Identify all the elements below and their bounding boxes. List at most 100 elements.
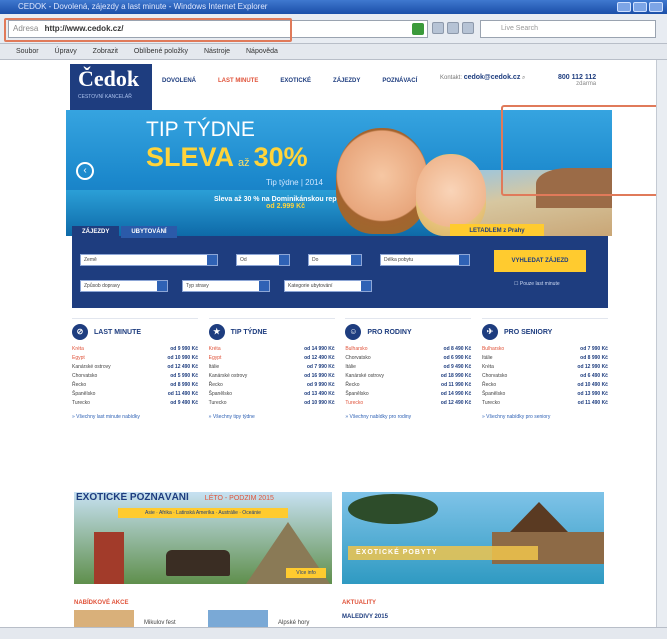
price: od 13 490 Kč: [304, 391, 335, 397]
price: od 10 490 Kč: [577, 382, 608, 388]
last-minute-checkbox[interactable]: ☐ Pouze last minute: [514, 281, 560, 287]
last-minute-icon: ⊘: [72, 324, 88, 340]
nav-poznavaci[interactable]: POZNÁVACÍ: [382, 78, 417, 84]
menu-help[interactable]: Nápověda: [246, 48, 278, 55]
promo-title: EXOTICKÉ POZNÁVÁNÍ LÉTO - PODZIM 2015: [76, 492, 274, 503]
contact-info: Kontakt: cedok@cedok.cz ⌕: [440, 74, 525, 82]
list-item[interactable]: Bulharsko od 8 490 Kč: [345, 345, 471, 354]
list-item[interactable]: Kréta od 12 990 Kč: [482, 363, 608, 372]
list-item[interactable]: Itálie od 8 990 Kč: [482, 354, 608, 363]
menu-favorites[interactable]: Oblíbené položky: [134, 48, 188, 55]
column-header[interactable]: ☺ PRO RODINY: [345, 319, 471, 345]
phone-note: zdarma: [576, 81, 597, 87]
menu-file[interactable]: Soubor: [16, 48, 39, 55]
tab-zajezdy[interactable]: ZÁJEZDY: [72, 226, 120, 238]
header-highlight-box: [501, 105, 667, 196]
list-item[interactable]: Řecko od 10 490 Kč: [482, 381, 608, 390]
field-strava[interactable]: Typ stravy: [182, 280, 270, 292]
list-item[interactable]: Španělsko od 11 490 Kč: [72, 390, 198, 399]
destination: Itálie: [208, 364, 220, 370]
field-kategorie[interactable]: Kategorie ubytování: [284, 280, 372, 292]
offer-label[interactable]: Mikulov fest: [144, 620, 176, 626]
list-item[interactable]: Španělsko od 13 990 Kč: [482, 390, 608, 399]
site-logo[interactable]: Čedok CESTOVNÍ KANCELÁŘ: [70, 64, 152, 110]
more-link[interactable]: » Všechny tipy týdne: [209, 414, 335, 420]
list-item[interactable]: Turecko od 10 990 Kč: [209, 399, 335, 408]
list-item[interactable]: Řecko od 8 990 Kč: [72, 381, 198, 390]
list-item[interactable]: Kanárské ostrovy od 16 990 Kč: [209, 372, 335, 381]
hero-desc-price: od 2.999 Kč: [266, 203, 306, 210]
list-item[interactable]: Kréta od 9 990 Kč: [72, 345, 198, 354]
price: od 8 990 Kč: [170, 382, 198, 388]
tab-ubytovani[interactable]: UBYTOVÁNÍ: [121, 226, 177, 238]
nav-last-minute[interactable]: LAST MINUTE: [218, 78, 258, 84]
close-button[interactable]: [649, 2, 663, 12]
search-submit-button[interactable]: VYHLEDAT ZÁJEZD: [494, 250, 586, 272]
more-link[interactable]: » Všechny last minute nabídky: [72, 414, 198, 420]
list-item[interactable]: Itálie od 7 990 Kč: [209, 363, 335, 372]
list-item[interactable]: Španělsko od 13 490 Kč: [209, 390, 335, 399]
more-link[interactable]: » Všechny nabídky pro seniory: [482, 414, 608, 420]
list-item[interactable]: Kanárské ostrovy od 12 490 Kč: [72, 363, 198, 372]
minimize-button[interactable]: [617, 2, 631, 12]
nav-exoticke[interactable]: EXOTICKÉ: [280, 78, 311, 84]
nav-dovolena[interactable]: DOVOLENÁ: [162, 78, 196, 84]
destination: Řecko: [345, 382, 360, 388]
list-item[interactable]: Turecko od 12 490 Kč: [345, 399, 471, 408]
vertical-scrollbar[interactable]: [656, 60, 667, 627]
search-icon[interactable]: ⌕: [522, 75, 525, 81]
list-item[interactable]: Španělsko od 14 990 Kč: [345, 390, 471, 399]
stop-icon[interactable]: [447, 22, 459, 34]
list-item[interactable]: Itálie od 9 490 Kč: [345, 363, 471, 372]
offer-label[interactable]: Alpské hory: [278, 620, 309, 626]
field-od[interactable]: Od: [236, 254, 290, 266]
promo-exotic-tours[interactable]: EXOTICKÉ POZNÁVÁNÍ LÉTO - PODZIM 2015 Asi…: [74, 492, 332, 584]
menu-view[interactable]: Zobrazit: [93, 48, 118, 55]
browser-search-input[interactable]: Live Search: [480, 20, 656, 38]
nav-zajezdy[interactable]: ZÁJEZDY: [333, 78, 360, 84]
list-item[interactable]: Egypt od 10 990 Kč: [72, 354, 198, 363]
list-item[interactable]: Chorvatsko od 6 490 Kč: [482, 372, 608, 381]
offers-heading: NABÍDKOVÉ AKCE: [74, 600, 129, 606]
field-doprava[interactable]: Způsob dopravy: [80, 280, 168, 292]
list-item[interactable]: Kanárské ostrovy od 18 990 Kč: [345, 372, 471, 381]
list-item[interactable]: Řecko od 11 990 Kč: [345, 381, 471, 390]
hero-button[interactable]: LETADLEM z Prahy: [450, 224, 544, 236]
list-item[interactable]: Chorvatsko od 5 990 Kč: [72, 372, 198, 381]
column-header[interactable]: ⊘ LAST MINUTE: [72, 319, 198, 345]
menu-tools[interactable]: Nástroje: [204, 48, 230, 55]
refresh-icon[interactable]: [432, 22, 444, 34]
column-header[interactable]: ✈ PRO SENIORY: [481, 319, 608, 345]
field-delka[interactable]: Délka pobytu: [380, 254, 470, 266]
promo-more-button[interactable]: Více info: [286, 568, 326, 578]
list-item[interactable]: Egypt od 12 490 Kč: [209, 354, 335, 363]
news-item[interactable]: MALEDIVY 2015: [342, 614, 388, 620]
hero-sleva-word: SLEVA: [146, 142, 235, 172]
maximize-button[interactable]: [633, 2, 647, 12]
price: od 11 490 Kč: [167, 391, 198, 397]
price: od 12 990 Kč: [577, 364, 608, 370]
list-item[interactable]: Turecko od 9 490 Kč: [72, 399, 198, 408]
go-icon[interactable]: [412, 23, 424, 35]
status-bar: [0, 627, 667, 639]
list-item[interactable]: Turecko od 11 490 Kč: [482, 399, 608, 408]
destination: Turecko: [208, 400, 227, 406]
logo-tagline: CESTOVNÍ KANCELÁŘ: [78, 94, 132, 100]
contact-email[interactable]: cedok@cedok.cz: [464, 74, 521, 81]
list-item[interactable]: Řecko od 9 990 Kč: [209, 381, 335, 390]
more-link[interactable]: » Všechny nabídky pro rodiny: [345, 414, 471, 420]
field-zeme[interactable]: Země: [80, 254, 218, 266]
promo-exotic-stays[interactable]: EXOTICKÉ POBYTY: [342, 492, 604, 584]
destination: Španělsko: [345, 391, 369, 397]
dropdown-icon[interactable]: [462, 22, 474, 34]
list-item[interactable]: Chorvatsko od 6 990 Kč: [345, 354, 471, 363]
menu-edit[interactable]: Úpravy: [55, 48, 77, 55]
list-item[interactable]: Bulharsko od 7 990 Kč: [482, 345, 608, 354]
list-item[interactable]: Kréta od 14 990 Kč: [209, 345, 335, 354]
carousel-prev-icon[interactable]: ‹: [76, 162, 94, 180]
field-do[interactable]: Do: [308, 254, 362, 266]
column-header[interactable]: ★ TIP TÝDNE: [208, 319, 335, 345]
destination: Egypt: [208, 355, 222, 361]
destination: Kanárské ostrovy: [345, 373, 384, 379]
price: od 6 490 Kč: [580, 373, 608, 379]
